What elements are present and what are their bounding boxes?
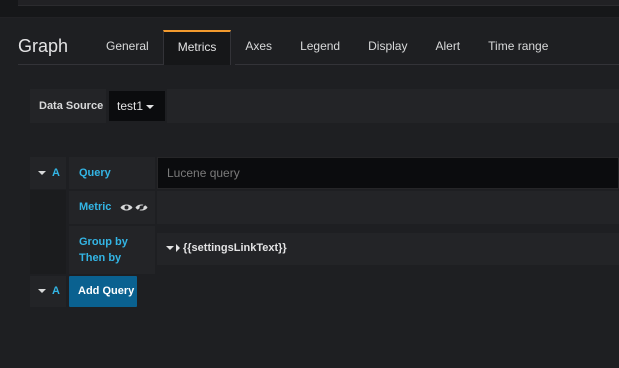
query-collapse-toggle[interactable]: A	[30, 157, 66, 189]
metric-visibility-icons	[120, 202, 148, 212]
tab-display[interactable]: Display	[354, 30, 421, 65]
group-by-cell: Group by Then by	[69, 226, 155, 274]
eye-icon[interactable]	[120, 203, 133, 212]
settings-link[interactable]: {{settingsLinkText}}	[157, 233, 619, 263]
add-query-collapse-toggle[interactable]: A	[30, 276, 66, 307]
lucene-query-input[interactable]: Lucene query	[157, 157, 619, 189]
metric-field[interactable]	[157, 191, 619, 224]
tab-axes[interactable]: Axes	[231, 30, 286, 65]
datasource-row: Data Source test1	[30, 89, 619, 123]
top-toolbar-strip	[18, 0, 619, 6]
caret-right-icon	[176, 244, 180, 253]
settings-link-text: {{settingsLinkText}}	[183, 242, 287, 254]
tab-general[interactable]: General	[92, 30, 163, 65]
tab-legend[interactable]: Legend	[286, 30, 354, 65]
tab-metrics[interactable]: Metrics	[162, 30, 232, 65]
add-query-ref-id: A	[52, 285, 60, 297]
query-label: Query	[69, 157, 155, 189]
add-query-button[interactable]: Add Query	[69, 276, 137, 307]
query-ref-id: A	[52, 167, 60, 179]
editor-tabs: General Metrics Axes Legend Display Aler…	[92, 30, 562, 65]
datasource-value: test1	[117, 99, 144, 113]
datasource-row-filler	[167, 89, 619, 123]
panel-type-title: Graph	[18, 36, 69, 56]
datasource-select[interactable]: test1	[109, 91, 165, 121]
caret-down-icon	[38, 289, 46, 294]
caret-down-icon	[38, 171, 46, 176]
metric-label-cell: Metric	[69, 191, 155, 224]
tab-alert[interactable]: Alert	[421, 30, 474, 65]
then-by-label: Then by	[79, 252, 122, 264]
query-row-spine	[30, 190, 66, 274]
tab-time-range[interactable]: Time range	[474, 30, 562, 65]
group-by-field[interactable]: {{settingsLinkText}}	[157, 233, 619, 265]
caret-down-icon	[146, 104, 155, 109]
metric-label: Metric	[79, 201, 112, 213]
eye-slash-icon[interactable]	[135, 202, 148, 212]
group-by-label: Group by	[79, 236, 128, 248]
datasource-label: Data Source	[30, 89, 106, 123]
caret-down-icon	[166, 246, 174, 251]
